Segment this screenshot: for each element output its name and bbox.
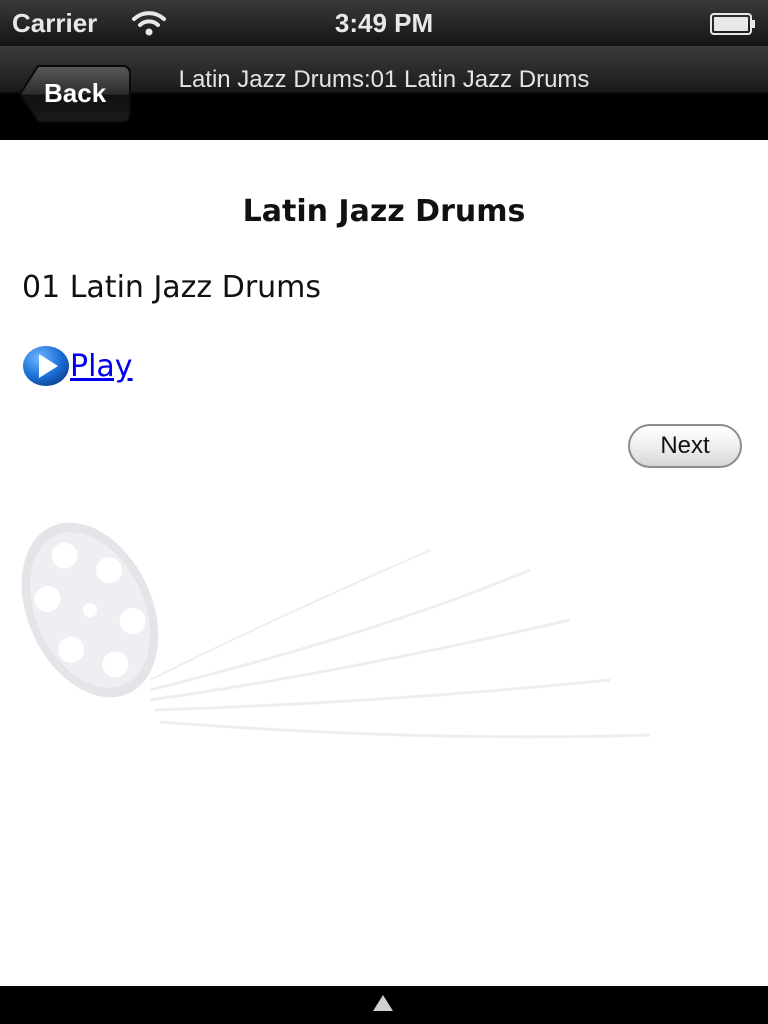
- status-bar: Carrier 3:49 PM: [0, 0, 768, 46]
- back-button[interactable]: Back: [18, 64, 132, 124]
- up-arrow-icon[interactable]: [371, 993, 395, 1013]
- track-title: 01 Latin Jazz Drums: [22, 270, 322, 305]
- content-area: Latin Jazz Drums 01 Latin Jazz Drums Pla…: [0, 140, 768, 986]
- back-button-label: Back: [44, 78, 107, 108]
- play-link[interactable]: Play: [22, 344, 133, 388]
- page-heading: Latin Jazz Drums: [242, 194, 526, 229]
- bottom-bar: [0, 986, 768, 1024]
- next-button[interactable]: Next: [628, 424, 742, 468]
- nav-title: Latin Jazz Drums:01 Latin Jazz Drums: [178, 66, 590, 93]
- navigation-bar: Back Latin Jazz Drums:01 Latin Jazz Drum…: [0, 46, 768, 140]
- film-reel-icon: [21, 522, 651, 739]
- clock: 3:49 PM: [334, 8, 434, 38]
- battery-icon: [710, 13, 755, 35]
- play-link-label[interactable]: Play: [70, 349, 133, 384]
- play-icon: [23, 346, 69, 386]
